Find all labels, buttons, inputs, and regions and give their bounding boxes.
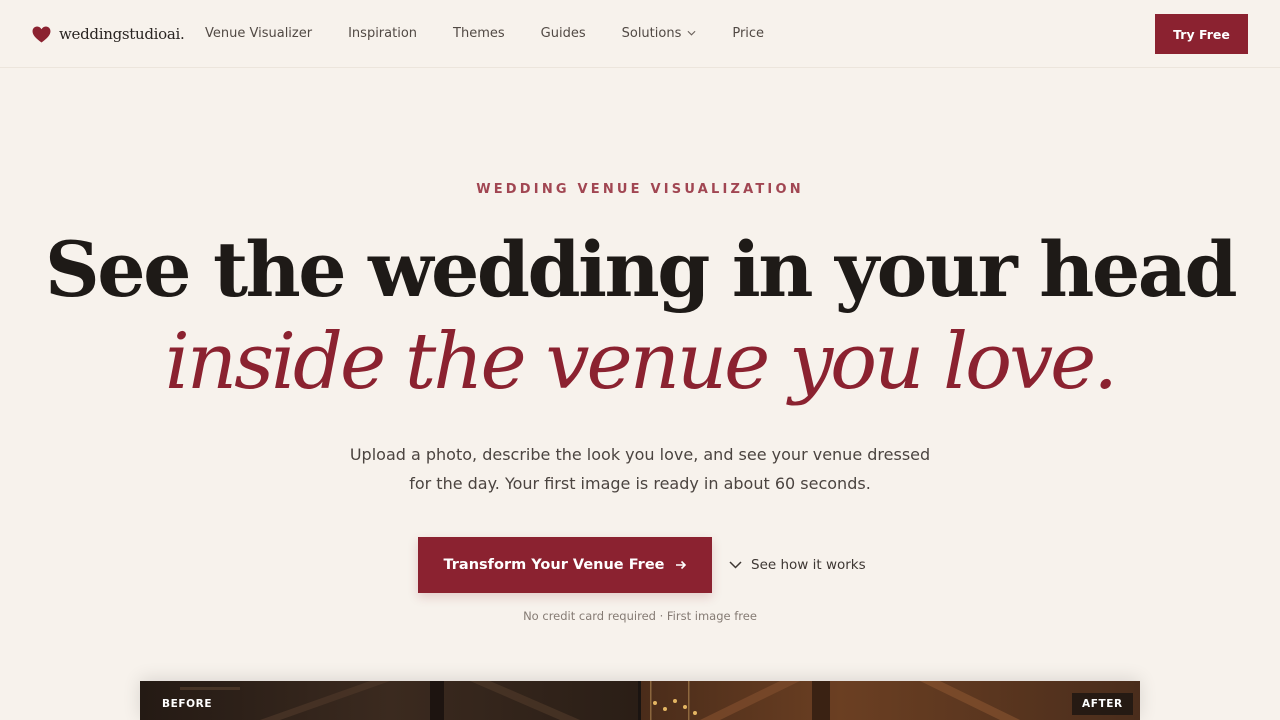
comparison-slider-handle[interactable]: [638, 681, 641, 720]
hero-subtext: Upload a photo, describe the look you lo…: [349, 445, 931, 493]
after-label: AFTER: [1072, 693, 1133, 715]
hero-fineprint: No credit card required · First image fr…: [523, 609, 757, 623]
before-label: BEFORE: [162, 698, 213, 710]
heart-icon: [32, 25, 51, 43]
nav-item-guides[interactable]: Guides: [541, 26, 586, 41]
chevron-down-icon: [729, 561, 742, 569]
transform-venue-button-label: Transform Your Venue Free: [443, 557, 665, 573]
hero-headline-accent: inside the venue you love.: [164, 317, 1118, 407]
see-how-it-works-label: See how it works: [751, 557, 866, 573]
arrow-right-icon: [675, 560, 686, 570]
hero-headline: See the wedding in your head: [44, 225, 1238, 314]
main-nav: Venue Visualizer Inspiration Themes Guid…: [205, 24, 800, 42]
nav-item-venue-visualizer[interactable]: Venue Visualizer: [205, 26, 312, 41]
nav-item-solutions[interactable]: Solutions: [622, 26, 697, 41]
before-after-comparison[interactable]: BEFORE AFTER: [140, 681, 1140, 720]
brand-name: weddingstudioai.: [59, 25, 185, 43]
hero-eyebrow: WEDDING VENUE VISUALIZATION: [476, 182, 804, 197]
chevron-down-icon: [687, 30, 696, 36]
brand-logo[interactable]: weddingstudioai.: [32, 22, 185, 46]
nav-item-themes[interactable]: Themes: [453, 26, 505, 41]
nav-item-solutions-label: Solutions: [621, 25, 682, 41]
nav-item-inspiration[interactable]: Inspiration: [348, 26, 417, 41]
try-free-button[interactable]: Try Free: [1155, 14, 1248, 54]
transform-venue-button[interactable]: Transform Your Venue Free: [418, 537, 712, 593]
nav-item-price[interactable]: Price: [732, 26, 764, 41]
see-how-it-works-link[interactable]: See how it works: [729, 555, 866, 575]
site-header: weddingstudioai. Venue Visualizer Inspir…: [0, 0, 1280, 68]
